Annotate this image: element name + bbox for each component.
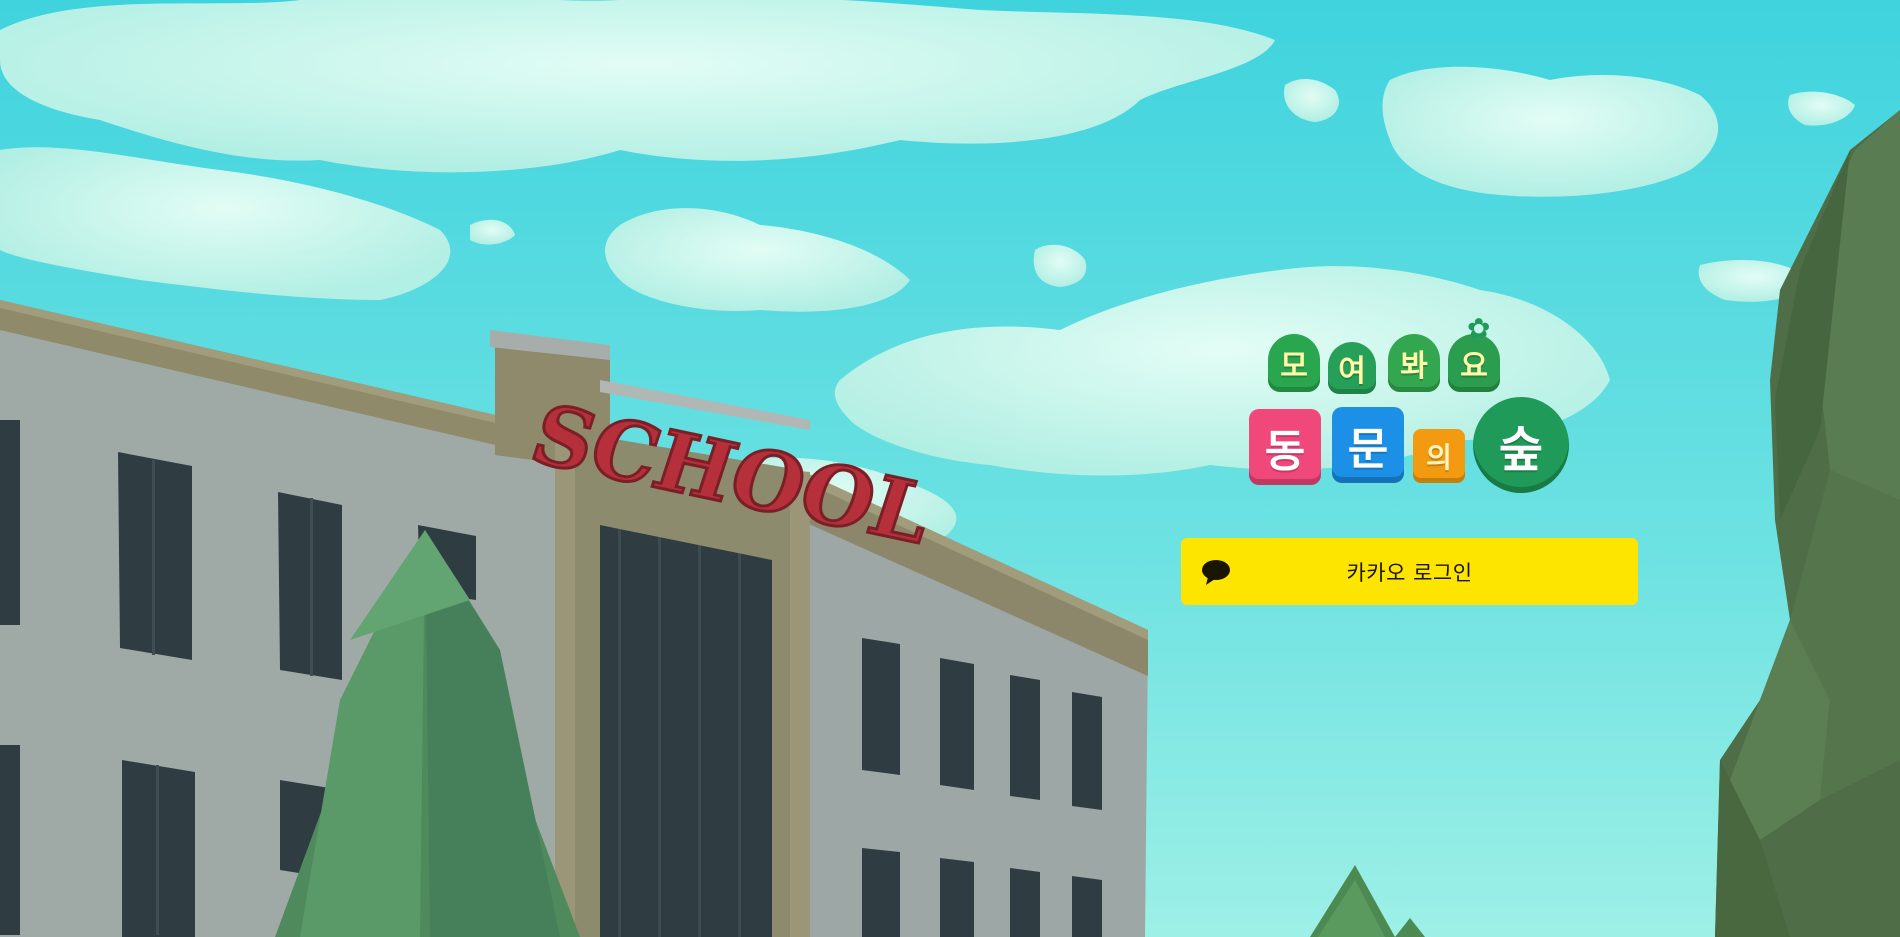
logo-char-yeo: 여 (1328, 342, 1376, 394)
logo-char-dong: 동 (1249, 409, 1321, 485)
logo-char-ui: 의 (1413, 429, 1465, 483)
sprout-icon: ✿ (1467, 312, 1491, 345)
kakao-login-label: 카카오 로그인 (1346, 560, 1473, 585)
game-scene: SCHOOL (0, 0, 1900, 937)
logo-char-mun: 문 (1332, 407, 1404, 483)
scene-background: SCHOOL (0, 0, 1900, 937)
logo-char-sup: 숲 (1473, 397, 1569, 493)
game-logo: 모 여 봐 요 ✿ 동 문 의 숲 (1245, 312, 1575, 497)
speech-bubble-icon (1202, 560, 1230, 585)
kakao-login-button[interactable]: 카카오 로그인 (1181, 538, 1638, 605)
logo-char-mo: 모 (1268, 334, 1320, 392)
logo-char-bwa: 봐 (1388, 334, 1440, 392)
